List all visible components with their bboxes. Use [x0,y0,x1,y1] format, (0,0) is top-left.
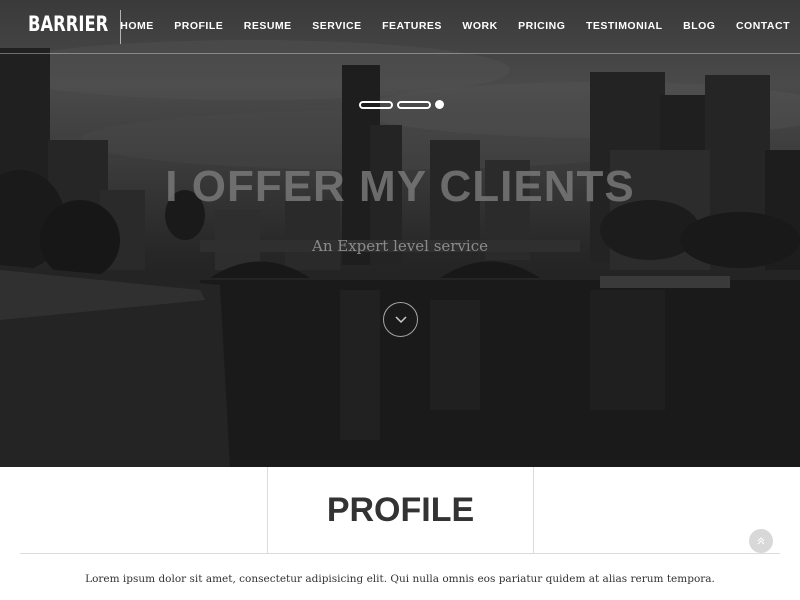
hero-subtitle: An Expert level service [311,237,488,255]
nav-item-pricing[interactable]: PRICING [518,20,565,32]
profile-section: PROFILE Lorem ipsum dolor sit amet, cons… [0,467,800,600]
section-divider [20,553,780,554]
hero-title: I OFFER MY CLIENTS [165,162,635,211]
hero-section: BARRIER HOME PROFILE RESUME SERVICE FEAT… [0,0,800,467]
nav-item-features[interactable]: FEATURES [382,20,442,32]
nav-item-profile[interactable]: PROFILE [174,20,223,32]
slider-dot-2[interactable] [397,100,431,109]
main-nav: HOME PROFILE RESUME SERVICE FEATURES WOR… [100,20,790,32]
nav-item-blog[interactable]: BLOG [683,20,715,32]
nav-item-contact[interactable]: CONTACT [736,20,790,32]
double-chevron-up-icon [757,537,765,545]
city-background-image [0,40,800,467]
nav-item-home[interactable]: HOME [120,20,154,32]
slider-dot-1[interactable] [359,100,393,109]
nav-item-service[interactable]: SERVICE [312,20,361,32]
site-logo[interactable]: BARRIER [28,12,108,36]
nav-item-work[interactable]: WORK [462,20,497,32]
nav-item-testimonial[interactable]: TESTIMONIAL [586,20,663,32]
back-to-top-button[interactable] [749,529,773,553]
profile-text: Lorem ipsum dolor sit amet, consectetur … [85,573,715,585]
profile-title-box: PROFILE [267,467,534,553]
site-header: BARRIER HOME PROFILE RESUME SERVICE FEAT… [0,0,800,54]
slider-dot-3-active[interactable] [435,100,444,109]
scroll-down-button[interactable] [383,302,418,337]
slider-pagination [359,100,444,109]
nav-item-resume[interactable]: RESUME [244,20,292,32]
profile-title: PROFILE [326,491,475,529]
chevron-down-icon [394,315,407,323]
